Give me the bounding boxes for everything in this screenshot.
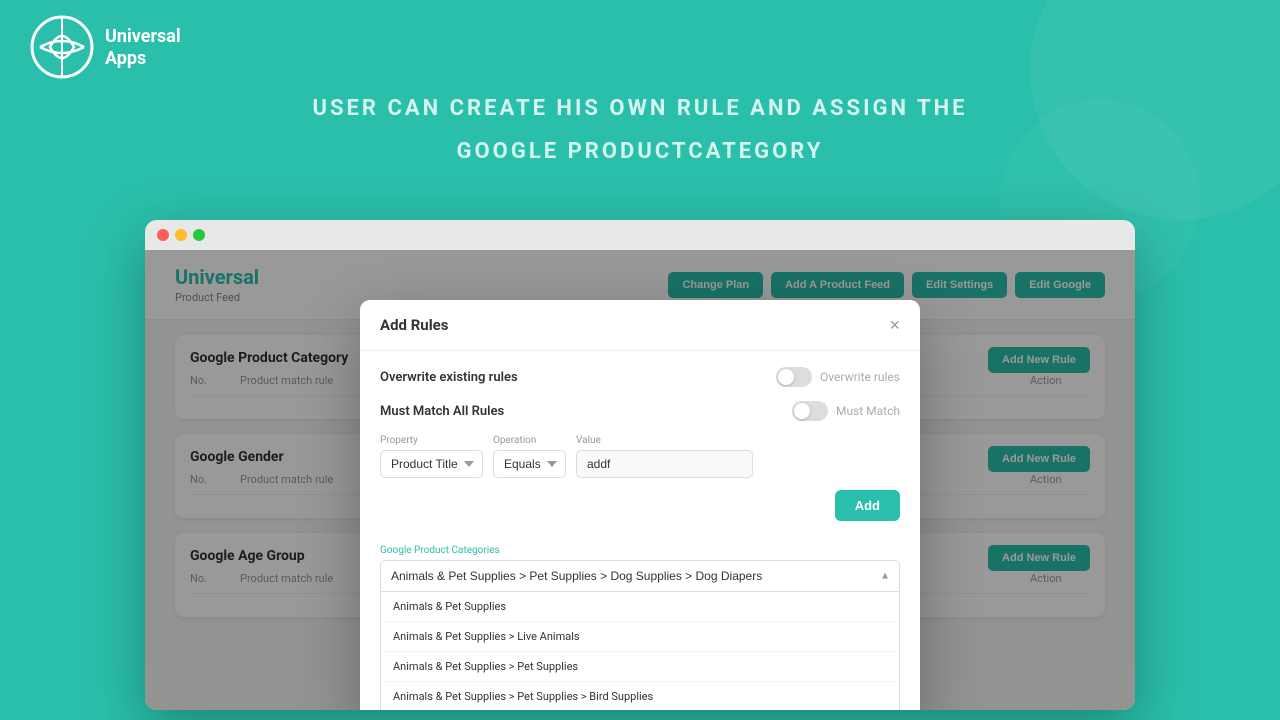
property-select[interactable]: Product Title (380, 450, 483, 478)
gpc-label: Google Product Categories (380, 545, 900, 556)
header: Universal Apps USER CAN CREATE HIS OWN R… (0, 0, 1280, 200)
hero-text-line2: GOOGLE PRODUCTCATEGORY (30, 135, 1250, 168)
overwrite-rules-row: Overwrite existing rules Overwrite rules (380, 367, 900, 387)
browser-titlebar (145, 220, 1135, 250)
property-group: Property Product Title (380, 435, 483, 478)
value-group: Value (576, 435, 753, 478)
overwrite-rules-right: Overwrite rules (776, 367, 900, 387)
logo-area: Universal Apps (30, 15, 1250, 80)
logo-text-line1: Universal (105, 26, 181, 48)
must-match-toggle-label: Must Match (836, 404, 900, 418)
must-match-toggle[interactable] (792, 401, 828, 421)
form-fields-row: Property Product Title Operation Equals … (380, 435, 900, 478)
must-match-right: Must Match (792, 401, 900, 421)
dropdown-item[interactable]: Animals & Pet Supplies > Pet Supplies (381, 652, 899, 682)
operation-group: Operation Equals (493, 435, 566, 478)
dropdown-item[interactable]: Animals & Pet Supplies > Live Animals (381, 622, 899, 652)
property-label: Property (380, 435, 483, 446)
add-rules-modal: Add Rules × Overwrite existing rules Ove… (360, 300, 920, 710)
gpc-input[interactable] (380, 560, 900, 592)
must-match-label: Must Match All Rules (380, 404, 504, 419)
operation-label: Operation (493, 435, 566, 446)
must-match-row: Must Match All Rules Must Match (380, 401, 900, 421)
minimize-window-button[interactable] (175, 229, 187, 241)
operation-select[interactable]: Equals (493, 450, 566, 478)
logo-icon (30, 15, 95, 80)
gpc-dropdown-list: Animals & Pet SuppliesAnimals & Pet Supp… (380, 592, 900, 710)
overwrite-rules-label: Overwrite existing rules (380, 370, 518, 385)
browser-content: Universal Product Feed Change Plan Add A… (145, 250, 1135, 710)
modal-body: Overwrite existing rules Overwrite rules… (360, 351, 920, 710)
value-input[interactable] (576, 450, 753, 478)
value-label: Value (576, 435, 753, 446)
overwrite-toggle-label: Overwrite rules (820, 370, 900, 384)
dropdown-item[interactable]: Animals & Pet Supplies (381, 592, 899, 622)
logo-text-line2: Apps (105, 48, 181, 70)
hero-text-line1: USER CAN CREATE HIS OWN RULE AND ASSIGN … (30, 92, 1250, 125)
modal-title: Add Rules (380, 316, 448, 334)
dropdown-item[interactable]: Animals & Pet Supplies > Pet Supplies > … (381, 682, 899, 710)
gpc-dropdown-arrow-icon: ▲ (880, 571, 890, 582)
overwrite-rules-toggle[interactable] (776, 367, 812, 387)
close-window-button[interactable] (157, 229, 169, 241)
add-rule-button[interactable]: Add (835, 490, 900, 521)
modal-header: Add Rules × (360, 300, 920, 351)
modal-overlay: Add Rules × Overwrite existing rules Ove… (145, 250, 1135, 710)
maximize-window-button[interactable] (193, 229, 205, 241)
gpc-input-wrap: ▲ (380, 560, 900, 592)
browser-window: Universal Product Feed Change Plan Add A… (145, 220, 1135, 710)
modal-close-button[interactable]: × (889, 316, 900, 334)
